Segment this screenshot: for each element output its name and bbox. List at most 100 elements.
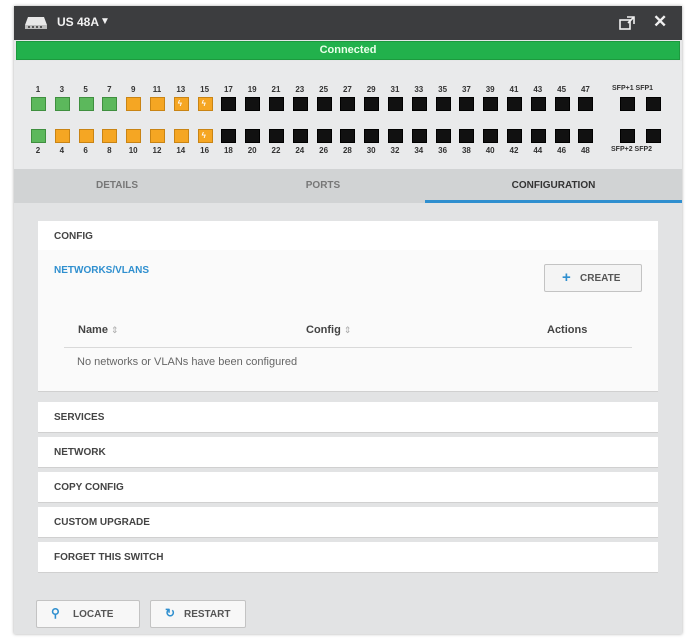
port-5[interactable]: [78, 97, 94, 111]
sfp-plus-2-port[interactable]: [620, 129, 635, 143]
port-16[interactable]: ϟ: [197, 129, 213, 143]
column-name-header[interactable]: Name ⇕: [78, 324, 119, 336]
port-10[interactable]: [126, 129, 142, 143]
port-29[interactable]: [364, 97, 380, 111]
switch-device-icon: [25, 17, 47, 29]
port-9[interactable]: [126, 97, 142, 111]
column-name-label: Name: [78, 324, 108, 336]
port-18[interactable]: [221, 129, 237, 143]
port-number-label: 37: [461, 85, 471, 94]
port-19[interactable]: [245, 97, 261, 111]
sfp-1-port[interactable]: [646, 97, 661, 111]
port-48[interactable]: [578, 129, 594, 143]
column-config-header[interactable]: Config ⇕: [306, 324, 351, 336]
device-dropdown-caret-icon[interactable]: ▼: [100, 16, 110, 27]
port-23[interactable]: [292, 97, 308, 111]
section-services[interactable]: SERVICES: [38, 402, 658, 433]
port-1[interactable]: [31, 97, 46, 111]
port-45[interactable]: [554, 97, 570, 111]
port-number-label: 38: [461, 146, 471, 155]
poe-icon: ϟ: [177, 99, 183, 108]
port-35[interactable]: [435, 97, 451, 111]
sfp-bottom-labels: SFP+2 SFP2: [611, 146, 653, 153]
port-8[interactable]: [102, 129, 118, 143]
port-14[interactable]: [173, 129, 189, 143]
port-15[interactable]: ϟ: [197, 97, 213, 111]
port-25[interactable]: [316, 97, 332, 111]
port-number-label: 48: [580, 146, 590, 155]
port-map: 1 3 5 7 9 11 13 ϟ 15 ϟ 17 19 21 23 25 27 29 31 33 35 37 39 41 4…: [14, 61, 682, 169]
port-40[interactable]: [483, 129, 499, 143]
tab-configuration[interactable]: CONFIGURATION: [425, 169, 682, 203]
port-13[interactable]: ϟ: [173, 97, 189, 111]
port-number-label: 47: [580, 85, 590, 94]
sfp-plus-1-port[interactable]: [620, 97, 635, 111]
port-46[interactable]: [554, 129, 570, 143]
section-network[interactable]: NETWORK: [38, 437, 658, 468]
port-number-label: 13: [176, 85, 186, 94]
port-43[interactable]: [530, 97, 546, 111]
port-33[interactable]: [411, 97, 427, 111]
poe-icon: ϟ: [201, 99, 206, 108]
port-4[interactable]: [54, 129, 70, 143]
device-name-title[interactable]: US 48A: [57, 15, 99, 29]
port-26[interactable]: [316, 129, 332, 143]
popout-window-icon[interactable]: [619, 16, 635, 30]
port-12[interactable]: [150, 129, 165, 143]
section-copy-config[interactable]: COPY CONFIG: [38, 472, 658, 503]
port-17[interactable]: [221, 97, 237, 111]
port-32[interactable]: [388, 129, 403, 143]
tab-ports[interactable]: PORTS: [220, 169, 426, 203]
networks-vlans-title[interactable]: NETWORKS/VLANS: [54, 265, 149, 276]
port-6[interactable]: [78, 129, 94, 143]
plus-icon: +: [562, 269, 571, 286]
locate-button[interactable]: ⚲ LOCATE: [36, 600, 140, 628]
port-28[interactable]: [340, 129, 356, 143]
port-36[interactable]: [435, 129, 451, 143]
table-header-divider: [64, 347, 632, 348]
port-2[interactable]: [31, 129, 46, 143]
sfp-top-labels: SFP+1 SFP1: [612, 85, 654, 92]
port-39[interactable]: [483, 97, 499, 111]
port-number-label: 8: [107, 146, 112, 155]
port-47[interactable]: [578, 97, 594, 111]
section-config[interactable]: CONFIG: [38, 221, 658, 252]
restart-button[interactable]: ↻ RESTART: [150, 600, 246, 628]
port-31[interactable]: [388, 97, 403, 111]
close-icon[interactable]: ✕: [653, 13, 667, 31]
port-22[interactable]: [269, 129, 284, 143]
sfp-2-port[interactable]: [646, 129, 661, 143]
port-number-label: 5: [83, 85, 88, 94]
port-27[interactable]: [340, 97, 356, 111]
port-number-label: 46: [557, 146, 567, 155]
title-bar: US 48A ▼ ✕: [14, 6, 682, 40]
port-number-label: 18: [223, 146, 233, 155]
port-24[interactable]: [292, 129, 308, 143]
port-number-label: 28: [342, 146, 352, 155]
port-41[interactable]: [507, 97, 522, 111]
section-custom-upgrade[interactable]: CUSTOM UPGRADE: [38, 507, 658, 538]
port-44[interactable]: [530, 129, 546, 143]
port-34[interactable]: [411, 129, 427, 143]
tab-details[interactable]: DETAILS: [14, 169, 220, 203]
port-30[interactable]: [364, 129, 380, 143]
section-networks-vlans: NETWORKS/VLANS + CREATE Name ⇕ Config ⇕ …: [38, 250, 658, 392]
configuration-panel: CONFIG NETWORKS/VLANS + CREATE Name ⇕ Co…: [14, 203, 682, 634]
port-number-label: 36: [438, 146, 448, 155]
port-3[interactable]: [54, 97, 70, 111]
port-37[interactable]: [459, 97, 475, 111]
port-number-label: 6: [83, 146, 88, 155]
port-number-label: 15: [200, 85, 210, 94]
section-forget-switch[interactable]: FORGET THIS SWITCH: [38, 542, 658, 573]
create-vlan-button[interactable]: + CREATE: [544, 264, 642, 292]
port-number-label: 27: [342, 85, 352, 94]
port-42[interactable]: [507, 129, 522, 143]
port-21[interactable]: [269, 97, 284, 111]
port-38[interactable]: [459, 129, 475, 143]
section-copy-config-label: COPY CONFIG: [54, 482, 124, 493]
sort-icon: ⇕: [111, 325, 119, 335]
port-11[interactable]: [150, 97, 165, 111]
port-number-label: 7: [107, 85, 112, 94]
port-20[interactable]: [245, 129, 261, 143]
port-7[interactable]: [102, 97, 118, 111]
